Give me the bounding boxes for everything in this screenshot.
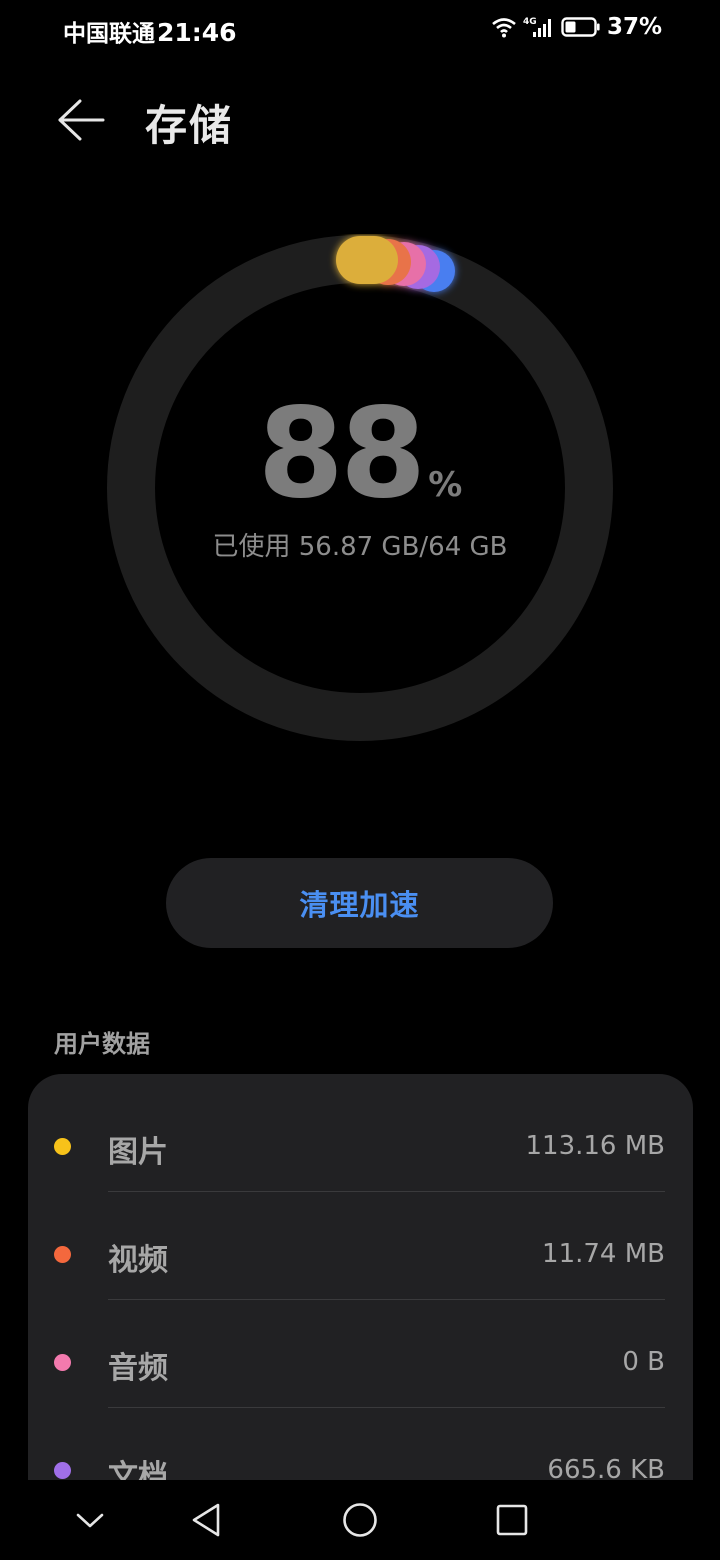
- page-title: 存储: [145, 101, 234, 150]
- battery-icon: [561, 16, 601, 38]
- images-color-dot: [54, 1138, 71, 1155]
- home-circle-icon[interactable]: [338, 1498, 382, 1542]
- status-left: 中国联通21:46: [63, 14, 237, 48]
- list-item-label: 图片: [108, 1135, 168, 1170]
- list-item-videos[interactable]: 视频 11.74 MB: [28, 1192, 693, 1300]
- list-item-images[interactable]: 图片 113.16 MB: [28, 1084, 693, 1192]
- ring-segment-images: [336, 236, 398, 284]
- status-time: 21:46: [157, 18, 237, 47]
- usage-percent-sign: %: [428, 465, 463, 505]
- list-item-audio[interactable]: 音频 0 B: [28, 1300, 693, 1408]
- list-item-label: 视频: [108, 1243, 168, 1278]
- section-title-user-data: 用户数据: [54, 1030, 150, 1058]
- cellular-signal-icon: 4G: [523, 15, 555, 39]
- wifi-icon: [491, 16, 517, 38]
- user-data-card: 图片 113.16 MB 视频 11.74 MB 音频 0 B 文档 665.6…: [28, 1074, 693, 1494]
- status-bar: 中国联通21:46 4G 37%: [0, 0, 720, 60]
- used-capacity-text: 已使用 56.87 GB/64 GB: [212, 532, 508, 562]
- ring-segments: [336, 236, 455, 292]
- network-type: 4G: [523, 17, 537, 27]
- documents-color-dot: [54, 1462, 71, 1479]
- videos-color-dot: [54, 1246, 71, 1263]
- usage-percent: 88%: [0, 392, 720, 516]
- recents-square-icon[interactable]: [490, 1498, 534, 1542]
- usage-percent-value: 88: [257, 382, 427, 526]
- battery-percent: 37%: [606, 14, 662, 40]
- chevron-down-icon[interactable]: [68, 1498, 112, 1542]
- list-item-value: 113.16 MB: [525, 1131, 665, 1161]
- system-nav-bar: [0, 1480, 720, 1560]
- back-arrow-icon[interactable]: [56, 98, 106, 142]
- clean-accelerate-button[interactable]: 清理加速: [166, 858, 553, 948]
- clean-accelerate-label: 清理加速: [299, 888, 420, 922]
- carrier-name: 中国联通: [63, 21, 155, 47]
- back-triangle-icon[interactable]: [184, 1498, 228, 1542]
- list-item-label: 音频: [108, 1351, 168, 1386]
- list-item-value: 0 B: [622, 1347, 665, 1377]
- status-right: 4G 37%: [491, 14, 662, 40]
- list-item-value: 11.74 MB: [542, 1239, 665, 1269]
- audio-color-dot: [54, 1354, 71, 1371]
